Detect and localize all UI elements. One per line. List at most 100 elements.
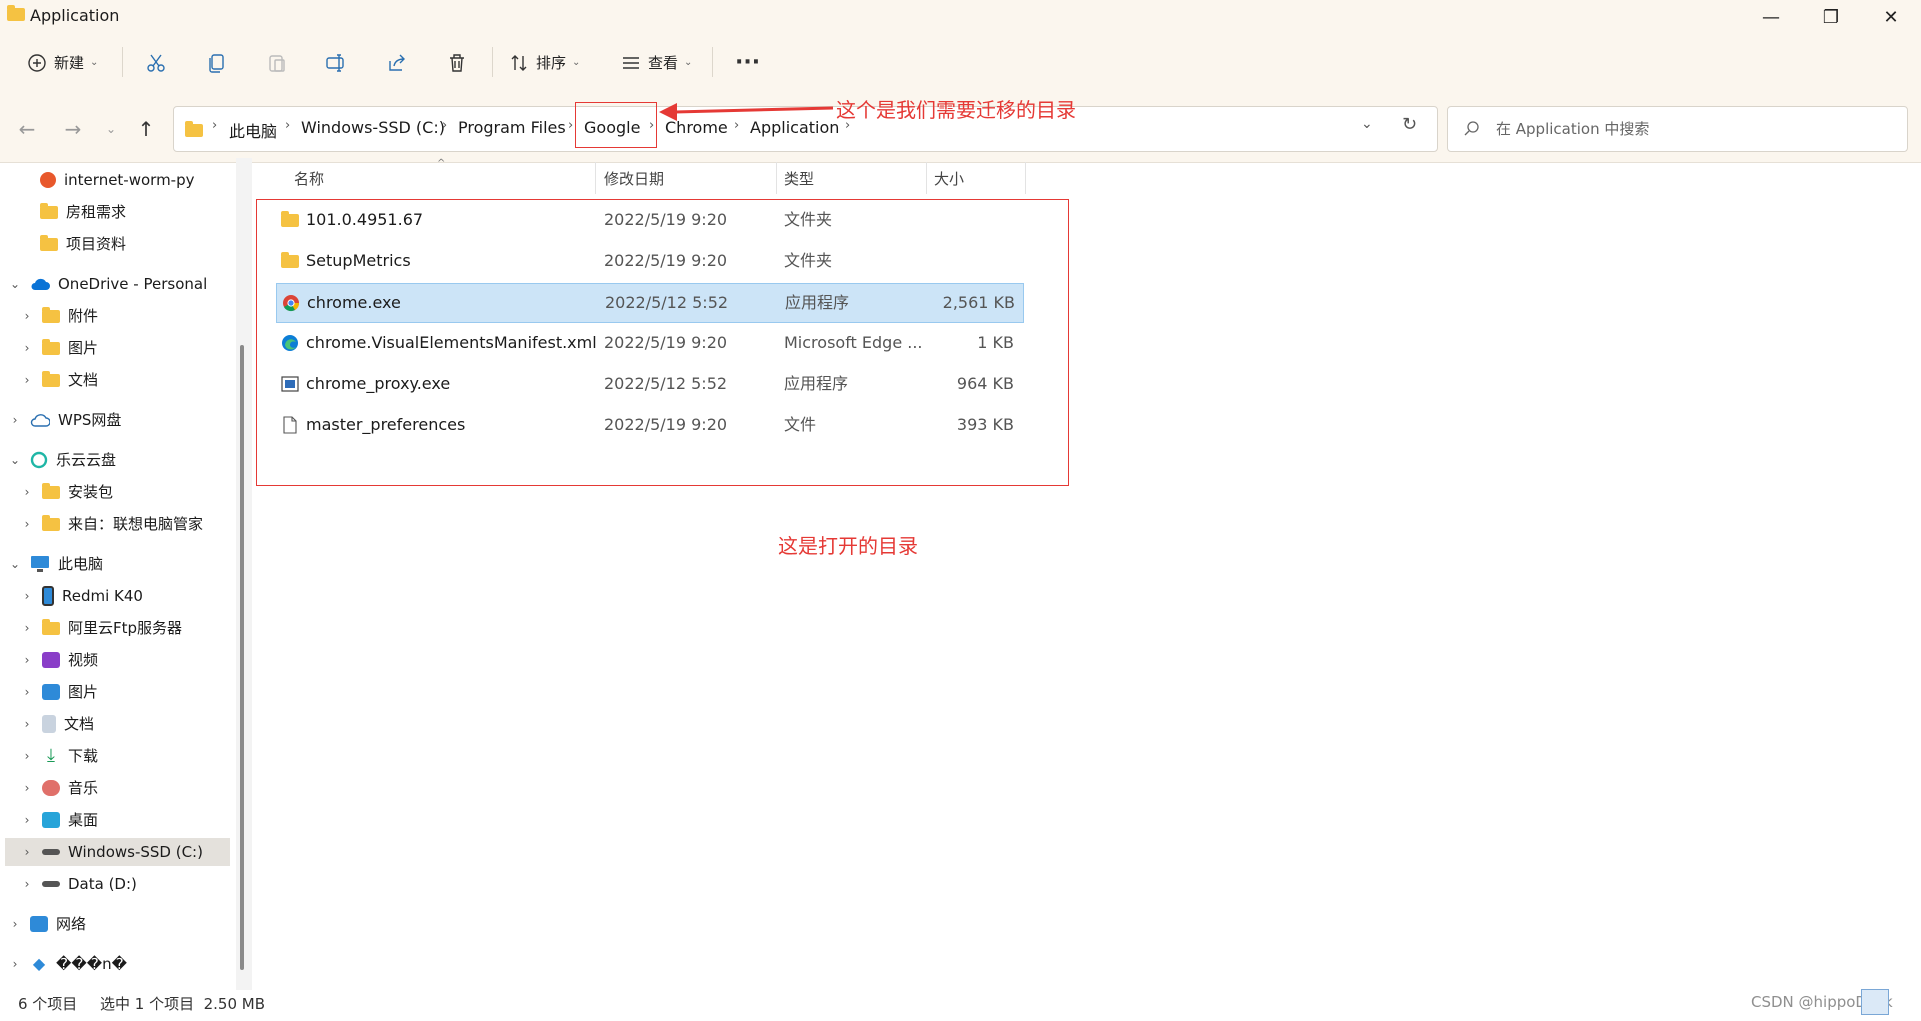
folder-icon bbox=[40, 234, 58, 251]
sidebar-item-drive-c[interactable]: › Windows-SSD (C:) bbox=[20, 838, 203, 866]
diamond-icon: ◆ bbox=[32, 954, 46, 973]
sidebar-item-aliyun-ftp[interactable]: › 阿里云Ftp服务器 bbox=[20, 614, 182, 642]
chevron-down-icon: ⌄ bbox=[572, 57, 581, 68]
folder-icon bbox=[42, 370, 60, 387]
sidebar-item-music[interactable]: › 音乐 bbox=[20, 774, 98, 802]
chevron-down-icon: ⌄ bbox=[9, 453, 21, 467]
google-highlight-box bbox=[575, 102, 657, 148]
chevron-right-icon: › bbox=[12, 957, 18, 971]
minimize-button[interactable]: — bbox=[1741, 0, 1801, 36]
sort-ascending-icon: ^ bbox=[437, 158, 446, 169]
forward-arrow-icon[interactable]: → bbox=[61, 117, 85, 141]
sidebar-item-label: OneDrive - Personal bbox=[58, 275, 208, 293]
sort-button-label: 排序 bbox=[536, 54, 567, 72]
breadcrumb-this-pc[interactable]: 此电脑 bbox=[229, 118, 277, 142]
chevron-right-icon: › bbox=[24, 589, 30, 603]
chevron-right-icon: › bbox=[24, 373, 30, 387]
sidebar-item-label: internet-worm-py bbox=[64, 171, 195, 189]
column-header-date[interactable]: 修改日期 bbox=[604, 168, 664, 189]
sidebar-item-downloads[interactable]: › ⤓ 下载 bbox=[20, 742, 98, 770]
sidebar-item-pictures[interactable]: › 图片 bbox=[20, 678, 98, 706]
documents-icon bbox=[42, 715, 56, 733]
column-divider[interactable] bbox=[776, 162, 777, 194]
up-arrow-icon[interactable]: ↑ bbox=[134, 117, 158, 141]
sidebar-item-rent[interactable]: 房租需求 bbox=[40, 198, 126, 226]
chevron-right-icon: › bbox=[24, 877, 30, 891]
sidebar-item-unknown[interactable]: › ◆ ���n� bbox=[8, 950, 127, 978]
breadcrumb-separator: › bbox=[212, 118, 218, 133]
chevron-right-icon: › bbox=[12, 413, 18, 427]
chevron-down-icon: ⌄ bbox=[9, 557, 21, 571]
column-header-type[interactable]: 类型 bbox=[784, 168, 814, 189]
details-view-toggle[interactable] bbox=[1861, 989, 1889, 1015]
back-arrow-icon[interactable]: ← bbox=[15, 117, 39, 141]
chevron-right-icon: › bbox=[24, 309, 30, 323]
migrate-note: 这个是我们需要迁移的目录 bbox=[836, 98, 1076, 122]
sidebar-item-lenovo[interactable]: › 来自：联想电脑管家 bbox=[20, 510, 203, 538]
sidebar-item-label: 音乐 bbox=[68, 779, 99, 797]
chevron-right-icon: › bbox=[24, 781, 30, 795]
phone-icon bbox=[42, 586, 54, 606]
sidebar-item-this-pc[interactable]: ⌄ 此电脑 bbox=[8, 550, 103, 578]
sidebar-item-label: WPS网盘 bbox=[58, 411, 122, 429]
breadcrumb-program-files[interactable]: Program Files bbox=[458, 118, 566, 137]
sidebar-item-project[interactable]: 项目资料 bbox=[40, 230, 126, 258]
sidebar-item-redmi[interactable]: › Redmi K40 bbox=[20, 582, 143, 610]
drive-icon bbox=[42, 881, 60, 887]
sidebar-item-network[interactable]: › 网络 bbox=[8, 910, 86, 938]
sidebar-scrollbar[interactable] bbox=[240, 345, 244, 970]
sidebar-item-label: 来自：联想电脑管家 bbox=[68, 515, 204, 533]
column-header-name[interactable]: 名称 bbox=[294, 168, 324, 189]
breadcrumb-drive-c[interactable]: Windows-SSD (C:) bbox=[301, 118, 445, 137]
sidebar-item-onedrive[interactable]: ⌄ OneDrive - Personal bbox=[8, 270, 207, 298]
sidebar-item-drive-d[interactable]: › Data (D:) bbox=[20, 870, 137, 898]
sort-icon bbox=[511, 55, 527, 71]
restore-button[interactable]: ❐ bbox=[1801, 0, 1861, 36]
sidebar-item-desktop[interactable]: › 桌面 bbox=[20, 806, 98, 834]
opened-directory-highlight-box bbox=[256, 199, 1069, 486]
sidebar-item-label: 房租需求 bbox=[66, 203, 127, 221]
sidebar-item-videos[interactable]: › 视频 bbox=[20, 646, 98, 674]
rename-icon[interactable] bbox=[325, 52, 347, 74]
share-icon[interactable] bbox=[386, 52, 408, 74]
delete-icon[interactable] bbox=[446, 52, 468, 74]
column-divider[interactable] bbox=[595, 162, 596, 194]
sidebar-item-onedrive-documents[interactable]: › 文档 bbox=[20, 366, 98, 394]
chevron-right-icon: › bbox=[24, 845, 30, 859]
more-options-button[interactable]: ··· bbox=[735, 50, 760, 75]
copy-icon[interactable] bbox=[206, 52, 228, 74]
view-button[interactable]: 查看 ⌄ bbox=[620, 46, 692, 80]
column-header-size[interactable]: 大小 bbox=[934, 168, 964, 189]
new-button-label: 新建 bbox=[54, 54, 85, 72]
sidebar-item-packages[interactable]: › 安装包 bbox=[20, 478, 113, 506]
tiles-view-toggle[interactable] bbox=[1895, 989, 1915, 1013]
folder-icon bbox=[42, 338, 60, 355]
column-divider[interactable] bbox=[926, 162, 927, 194]
status-item-count: 6 个项目 bbox=[18, 995, 78, 1013]
breadcrumb-separator: › bbox=[568, 118, 574, 133]
cloud-outline-icon bbox=[30, 414, 50, 427]
cut-icon[interactable] bbox=[145, 52, 167, 74]
sidebar-item-onedrive-pictures[interactable]: › 图片 bbox=[20, 334, 98, 362]
paste-icon[interactable] bbox=[266, 52, 288, 74]
address-history-chevron-icon[interactable]: ⌄ bbox=[1361, 116, 1373, 132]
column-divider[interactable] bbox=[1025, 162, 1026, 194]
recent-locations-chevron-icon[interactable]: ⌄ bbox=[99, 117, 123, 141]
cloud-icon bbox=[31, 278, 50, 290]
title-bar bbox=[0, 0, 1921, 96]
refresh-icon[interactable]: ↻ bbox=[1402, 114, 1417, 135]
sidebar-item-leyun[interactable]: ⌄ 乐云云盘 bbox=[8, 446, 116, 474]
sidebar-item-label: 桌面 bbox=[68, 811, 99, 829]
sidebar-item-wps[interactable]: › WPS网盘 bbox=[8, 406, 122, 434]
close-button[interactable]: ✕ bbox=[1861, 0, 1921, 36]
chevron-right-icon: › bbox=[24, 341, 30, 355]
new-button[interactable]: 新建 ⌄ bbox=[26, 46, 98, 80]
drive-icon bbox=[42, 849, 60, 855]
chevron-down-icon: ⌄ bbox=[684, 57, 693, 68]
sidebar-item-documents[interactable]: › 文档 bbox=[20, 710, 94, 738]
sidebar-scroll-track[interactable] bbox=[236, 158, 252, 990]
sidebar-item-internet-worm-py[interactable]: internet-worm-py bbox=[40, 166, 195, 194]
sidebar-item-attachments[interactable]: › 附件 bbox=[20, 302, 98, 330]
network-icon bbox=[30, 916, 48, 932]
sort-button[interactable]: 排序 ⌄ bbox=[508, 46, 580, 80]
